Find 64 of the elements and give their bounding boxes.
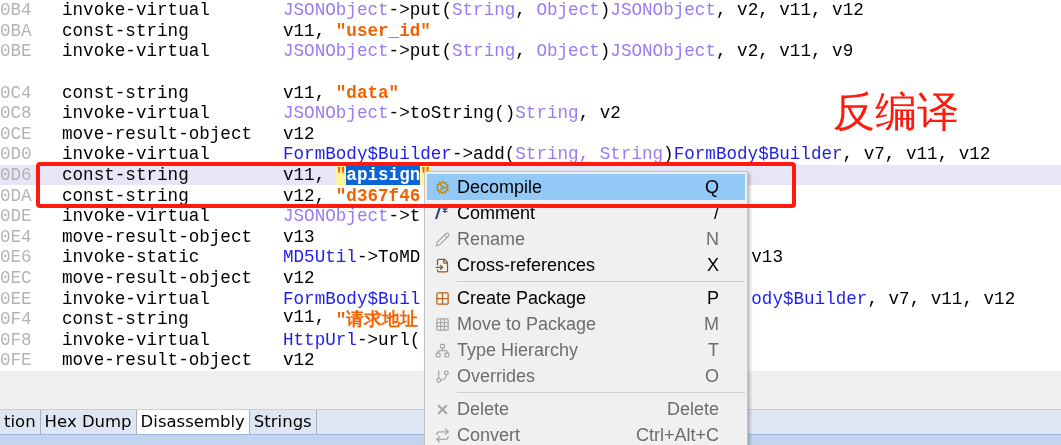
opcode: invoke-virtual (62, 288, 211, 309)
address: 0B4 (0, 0, 33, 21)
address: 0BE (0, 41, 33, 62)
operands: HttpUrl->url( (283, 329, 421, 350)
opcode: const-string (62, 309, 190, 330)
address: 0EC (0, 268, 33, 288)
address: 0C4 (0, 82, 33, 103)
address: 0DE (0, 206, 33, 227)
hierarchy-icon (434, 342, 450, 358)
operands: v11, "data" (283, 82, 400, 103)
opcode: invoke-virtual (62, 329, 211, 350)
opcode: move-result-object (62, 226, 254, 247)
opcode: move-result-object (62, 350, 254, 371)
package-icon (434, 316, 450, 332)
operands: v13 (751, 247, 783, 268)
gears-icon (434, 179, 450, 195)
operands: v12 (283, 123, 315, 144)
opcode: const-string (62, 20, 190, 41)
opcode: const-string (62, 185, 190, 206)
operands: JSONObject->toString()String, v2 (283, 103, 621, 124)
opcode: move-result-object (62, 123, 254, 144)
address: 0E4 (0, 226, 33, 247)
convert-icon (434, 427, 450, 443)
address: 0CE (0, 123, 33, 144)
operands: v11, "请求地址 (283, 307, 419, 332)
menu-item[interactable]: Cross-references X (427, 252, 745, 278)
opcode: invoke-virtual (62, 0, 211, 21)
opcode: const-string (62, 165, 190, 186)
operands: v11, "user_id" (283, 20, 431, 41)
pencil-icon (434, 231, 450, 247)
address: 0C8 (0, 103, 33, 124)
operands: FormBody$Buil (283, 288, 421, 309)
branch-icon (434, 368, 450, 384)
address: 0D6 (0, 165, 33, 186)
package-icon (434, 290, 450, 306)
opcode: move-result-object (62, 268, 254, 288)
address: 0BA (0, 20, 33, 41)
menu-item[interactable]: Create Package P (427, 285, 745, 311)
operands: v12 (283, 268, 315, 288)
address: 0D0 (0, 144, 33, 165)
operands: JSONObject->t (283, 206, 421, 227)
address: 0DA (0, 185, 33, 206)
operands: JSONObject->put(String, Object)JSONObject, v2, v11, v12 (283, 0, 864, 21)
opcode: invoke-virtual (62, 206, 211, 227)
address: 0FE (0, 350, 33, 371)
operands: v12 (283, 350, 315, 371)
tab[interactable]: Disassembly (136, 409, 250, 434)
operands: v12, "d367f46 (283, 185, 421, 206)
operands: v13 (283, 226, 315, 247)
operands: ody$Builder, v7, v11, v12 (751, 288, 1016, 309)
opcode: invoke-virtual (62, 144, 211, 165)
operands: MD5Util->ToMD (283, 247, 421, 268)
menu-item[interactable]: Decompile Q (427, 174, 745, 200)
opcode: invoke-virtual (62, 103, 211, 124)
opcode: invoke-virtual (62, 41, 211, 62)
address: 0E6 (0, 247, 33, 268)
address: 0F4 (0, 309, 33, 330)
address: 0EE (0, 288, 33, 309)
document-arrow-icon (434, 257, 450, 273)
operands: JSONObject->put(String, Object)JSONObject, v2, v11, v9 (283, 41, 854, 62)
annotation-text: 反编译 (833, 86, 959, 138)
address: 0F8 (0, 329, 33, 350)
opcode: const-string (62, 82, 190, 103)
opcode: invoke-static (62, 247, 201, 268)
